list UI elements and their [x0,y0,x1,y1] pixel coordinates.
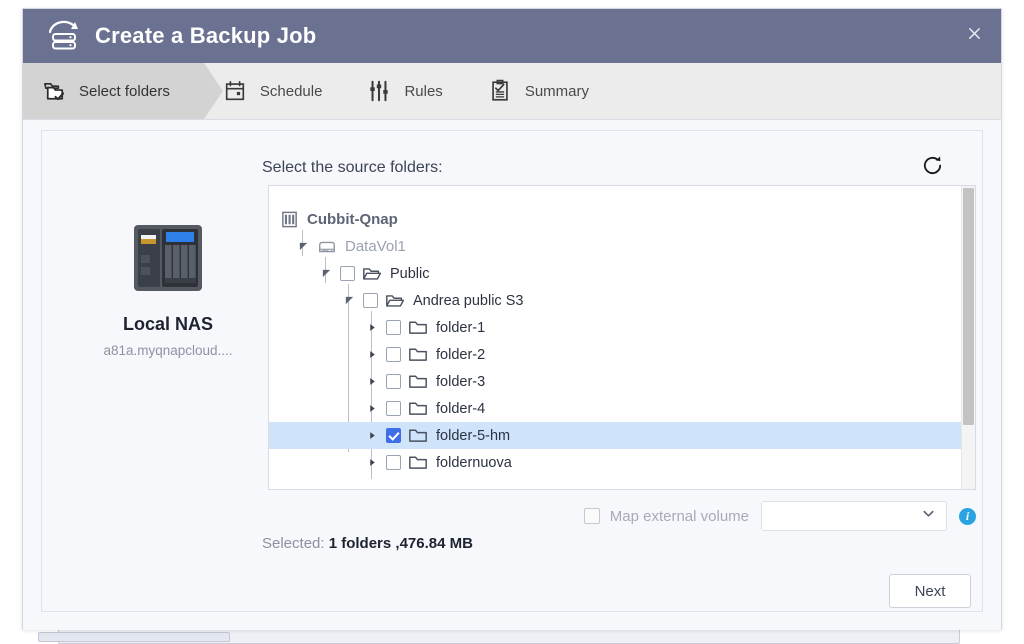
source-device-name: Local NAS [122,314,214,334]
background-window-tab [38,632,230,642]
tree-node-checkbox[interactable] [386,374,401,389]
step-label: Summary [524,82,589,100]
tree-node-checkbox[interactable] [386,428,401,443]
source-device-host: a81a.myqnapcloud.... [103,343,233,358]
wizard-steps: Select folders Schedule Rules Summary [23,63,1001,120]
step-label: Select folders [79,82,170,100]
tree-node-checkbox[interactable] [386,347,401,362]
tree-node-checkbox[interactable] [386,401,401,416]
selection-status-label: Selected: [262,535,325,552]
chevron-down-icon [921,506,936,526]
source-selection-panel: Local NAS a81a.myqnapcloud.... Select th… [41,130,983,612]
step-schedule[interactable]: Schedule [204,63,349,119]
expand-arrow-icon[interactable] [364,347,380,363]
create-backup-job-dialog: Create a Backup Job Select folders Sched… [22,8,1002,630]
tree-node-label: Andrea public S3 [413,292,524,309]
source-device: Local NAS a81a.myqnapcloud.... [68,221,268,358]
tree-node-label: folder-5-hm [436,427,511,444]
selection-status-value: 1 folders ,476.84 MB [328,535,473,552]
folder-tree[interactable]: Cubbit-Qnap DataVol1 Public Andrea publi… [268,185,976,490]
folder-closed-icon [408,373,428,391]
expand-arrow-icon[interactable] [364,455,380,471]
tree-node-label: folder-2 [436,346,486,363]
folder-open-icon [362,265,382,283]
tree-node-label: foldernuova [436,454,512,471]
calendar-icon [222,78,248,104]
tree-node-checkbox[interactable] [340,266,355,281]
expand-arrow-icon[interactable] [364,320,380,336]
selection-status: Selected: 1 folders ,476.84 MB [262,535,473,552]
dialog-body: Local NAS a81a.myqnapcloud.... Select th… [23,120,1001,630]
folder-tree-rows: Cubbit-Qnap DataVol1 Public Andrea publi… [269,186,963,479]
volume-icon [317,238,337,256]
tree-node[interactable]: Public [269,260,963,287]
screen: Create a Backup Job Select folders Sched… [0,0,1024,644]
tree-node-checkbox[interactable] [363,293,378,308]
tree-node-label: folder-1 [436,319,486,336]
clipboard-check-icon [487,78,513,104]
tree-node[interactable]: folder-2 [269,341,963,368]
map-external-volume-checkbox[interactable] [583,508,600,524]
map-external-volume-select[interactable] [761,501,947,531]
tree-node[interactable]: Cubbit-Qnap [269,206,963,233]
step-rules[interactable]: Rules [348,63,468,119]
tree-node[interactable]: DataVol1 [269,233,963,260]
info-icon[interactable]: i [959,507,976,525]
tree-node-label: Cubbit-Qnap [307,211,398,228]
nas-small-icon [279,211,299,229]
backup-restore-icon [45,19,83,53]
dialog-titlebar: Create a Backup Job [23,9,1001,63]
expand-arrow-icon[interactable] [364,428,380,444]
tree-node-checkbox[interactable] [386,320,401,335]
tree-node-label: folder-3 [436,373,486,390]
collapse-arrow-icon[interactable] [295,239,311,255]
folder-closed-icon [408,427,428,445]
select-folders-icon [41,78,67,104]
folder-closed-icon [408,454,428,472]
collapse-arrow-icon[interactable] [318,266,334,282]
folder-closed-icon [408,346,428,364]
folder-closed-icon [408,400,428,418]
step-label: Schedule [259,82,323,100]
tree-node[interactable]: folder-1 [269,314,963,341]
dialog-title: Create a Backup Job [95,23,317,48]
expand-arrow-icon[interactable] [364,374,380,390]
tree-scrollbar-thumb[interactable] [963,188,974,425]
tree-node[interactable]: foldernuova [269,449,963,476]
step-summary[interactable]: Summary [469,63,615,119]
tree-node-label: folder-4 [436,400,486,417]
tree-node[interactable]: folder-4 [269,395,963,422]
folder-open-icon [385,292,405,310]
close-button[interactable] [957,17,991,49]
tree-node-selected[interactable]: folder-5-hm [269,422,963,449]
next-button[interactable]: Next [889,574,971,608]
refresh-icon[interactable] [916,149,948,181]
nas-device-icon [68,221,268,302]
tree-node-checkbox[interactable] [386,455,401,470]
expand-arrow-icon[interactable] [364,401,380,417]
step-label: Rules [404,82,443,100]
tree-node-label: DataVol1 [345,238,406,255]
folder-closed-icon [408,319,428,337]
map-external-volume-label: Map external volume [609,507,749,525]
tree-node[interactable]: Andrea public S3 [269,287,963,314]
collapse-arrow-icon[interactable] [341,293,357,309]
tree-node-label: Public [390,265,430,282]
tree-scrollbar[interactable] [961,186,975,489]
tree-node[interactable]: folder-3 [269,368,963,395]
map-external-volume-row: Map external volume i [268,499,976,533]
step-select-folders[interactable]: Select folders [23,63,223,119]
sliders-icon [366,78,392,104]
source-folders-label: Select the source folders: [262,159,443,176]
